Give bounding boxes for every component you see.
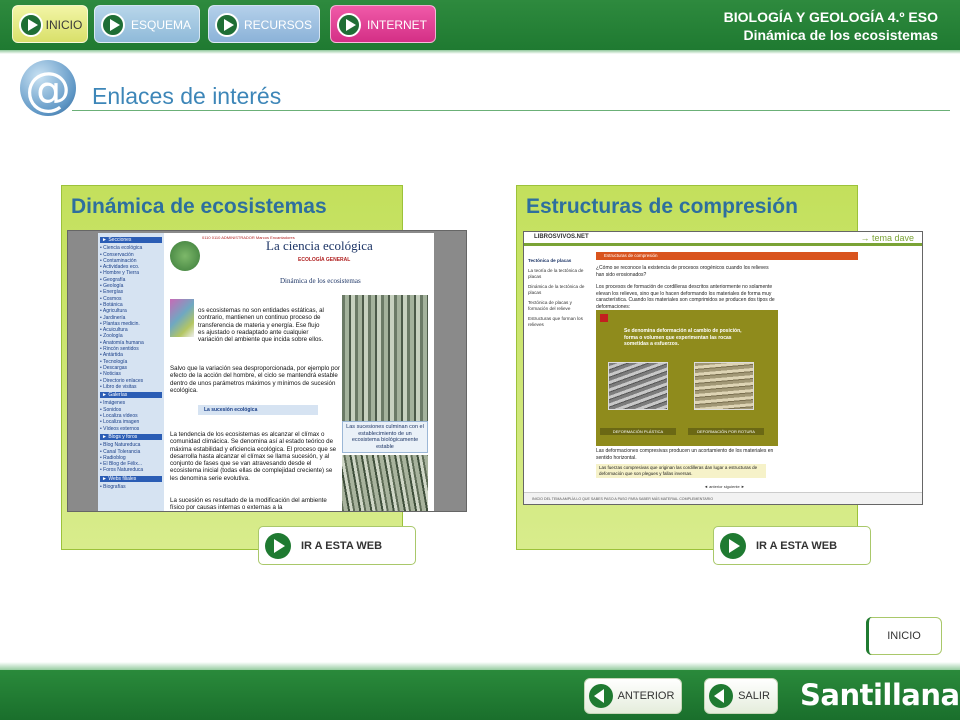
preview-sidebar-item: ► Blogs y foros	[100, 433, 162, 441]
preview-menu-item: La teoría de la tectónica de placas	[528, 268, 584, 279]
website-preview-compresion[interactable]: LIBROSVIVOS.NET → tema dave Tectónica de…	[523, 231, 923, 505]
preview-pager: ◄ anterior siguiente ►	[704, 484, 745, 489]
preview-brand-right: → tema dave	[860, 233, 914, 243]
preview-paragraph: Los procesos de formación de cordilleras…	[596, 284, 775, 310]
page-title: Enlaces de interés	[92, 83, 282, 109]
previous-button[interactable]: ANTERIOR	[584, 678, 682, 714]
preview-sidebar-item: ► Secciones	[100, 237, 162, 244]
at-sign-icon: @	[20, 60, 76, 116]
preview-brand: LIBROSVIVOS.NET	[534, 234, 589, 240]
fractured-rock-photo	[694, 362, 754, 410]
preview-menu-item: Estructuras que forman los relieves	[528, 316, 583, 327]
go-to-website-button[interactable]: IR A ESTA WEB	[713, 526, 871, 565]
preview-left-menu: Tectónica de placas La teoría de la tectó…	[528, 258, 588, 478]
preview-subheading: La sucesión ecológica	[198, 405, 318, 415]
preview-paragraph: Salvo que la variación sea desproporcion…	[170, 365, 340, 394]
preview-question: ¿Cómo se reconoce la existencia de proce…	[596, 265, 769, 278]
preview-bottom-bar: INICIO DEL TEMA AMPLÍA LO QUE SABES PASO…	[524, 492, 922, 504]
preview-note: Las fuerzas compresivas que originan las…	[596, 464, 766, 478]
nav-recursos-button[interactable]: RECURSOS	[208, 5, 320, 43]
preview-illustration	[170, 299, 194, 337]
go-button-label: IR A ESTA WEB	[756, 540, 838, 552]
card-title: Dinámica de ecosistemas	[71, 195, 327, 218]
website-preview-ecosistemas[interactable]: ► Secciones • Ciencia ecológica • Conserva…	[67, 230, 467, 512]
play-icon	[215, 13, 239, 37]
go-to-website-button[interactable]: IR A ESTA WEB	[258, 526, 416, 565]
preview-paragraph: La sucesión es resultado de la modificac…	[170, 497, 327, 512]
back-arrow-icon	[589, 684, 613, 708]
nav-internet-button[interactable]: INTERNET	[330, 5, 436, 43]
course-title: BIOLOGÍA Y GEOLOGÍA 4.º ESO Dinámica de …	[724, 8, 938, 44]
exit-button[interactable]: SALIR	[704, 678, 778, 714]
back-arrow-icon	[709, 684, 733, 708]
publisher-logo: Santillana	[800, 678, 960, 712]
preview-sidebar-item: ► Galerías	[100, 392, 162, 399]
header-divider	[0, 50, 960, 54]
preview-menu-item: Tectónica de placas y formación del reli…	[528, 300, 572, 311]
previous-label: ANTERIOR	[617, 690, 675, 702]
play-icon	[720, 533, 746, 559]
back-to-start-button[interactable]: INICIO	[866, 617, 942, 655]
preview-page: ► Secciones • Ciencia ecológica • Conserva…	[98, 233, 434, 511]
forest-photo-2	[342, 455, 428, 511]
nav-recursos-label: RECURSOS	[243, 18, 312, 32]
preview-menu-item: Dinámica de la tectónica de placas	[528, 284, 585, 295]
preview-sidebar-item: • Foros Natureduca	[100, 467, 144, 474]
preview-sidebar-item: • Vídeos externos	[100, 425, 140, 432]
red-marker-icon	[600, 314, 608, 322]
exit-label: SALIR	[738, 690, 770, 702]
preview-section-bar: Estructuras de compresión	[596, 252, 858, 260]
preview-sidebar-item: • Libro de visitas	[100, 383, 137, 390]
title-divider	[72, 110, 950, 111]
preview-definition: Se denomina deformación al cambio de pos…	[624, 328, 742, 347]
nav-esquema-label: ESQUEMA	[130, 18, 191, 32]
nav-inicio-button[interactable]: INICIO	[12, 5, 88, 43]
photo-label: DEFORMACIÓN POR ROTURA	[688, 428, 764, 435]
preview-sidebar-item: ► Webs filiales	[100, 475, 162, 482]
go-button-label: IR A ESTA WEB	[301, 540, 383, 552]
page: INICIO ESQUEMA RECURSOS INTERNET BIOLOGÍ…	[0, 0, 960, 720]
preview-menu-item: Tectónica de placas	[528, 258, 572, 263]
nav-internet-label: INTERNET	[367, 18, 427, 32]
globe-logo-icon	[170, 241, 200, 271]
course-subject: BIOLOGÍA Y GEOLOGÍA 4.º ESO	[723, 9, 938, 25]
preview-topbar: LIBROSVIVOS.NET → tema dave	[524, 232, 922, 246]
play-icon	[19, 13, 43, 37]
play-icon	[337, 13, 361, 37]
preview-site-title: La ciencia ecológica	[266, 238, 373, 253]
play-icon	[265, 533, 291, 559]
card-title: Estructuras de compresión	[526, 195, 798, 218]
preview-paragraph: La tendencia de los ecosistemas es alcan…	[170, 431, 337, 482]
course-unit: Dinámica de los ecosistemas	[743, 27, 938, 43]
forest-photo	[342, 295, 428, 421]
play-icon	[101, 13, 125, 37]
photo-caption: Las sucesiones culminan con el estableci…	[342, 421, 428, 453]
preview-paragraph: Las deformaciones compresivas producen u…	[596, 448, 774, 461]
nav-esquema-button[interactable]: ESQUEMA	[94, 5, 200, 43]
header-bar: INICIO ESQUEMA RECURSOS INTERNET BIOLOGÍ…	[0, 0, 960, 50]
preview-sidebar-item: • Biografías	[100, 483, 126, 490]
folded-rock-photo	[608, 362, 668, 410]
nav-inicio-label: INICIO	[45, 18, 83, 32]
photo-label: DEFORMACIÓN PLÁSTICA	[600, 428, 676, 435]
preview-page-heading: Dinámica de los ecosistemas	[280, 277, 361, 285]
preview-section-label: ECOLOGÍA GENERAL	[298, 257, 351, 263]
back-to-start-label: INICIO	[887, 630, 921, 642]
preview-sidebar: ► Secciones • Ciencia ecológica • Conserva…	[98, 233, 164, 511]
preview-paragraph: os ecosistemas no son entidades estática…	[198, 307, 324, 344]
